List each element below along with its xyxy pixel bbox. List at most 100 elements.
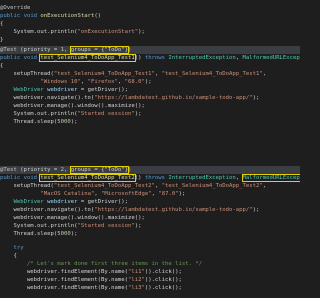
code-token: () — [134, 175, 145, 181]
code-token: WebDriver — [13, 87, 48, 93]
code-token: webdriver.navigate().to( — [0, 95, 95, 101]
code-token: onExecutionStart — [40, 13, 95, 19]
code-token: System.out.println( — [0, 223, 78, 229]
code-token: "Started session" — [77, 223, 135, 229]
code-token: ); — [70, 231, 78, 237]
code-token: public — [0, 175, 24, 181]
highlighted-token: test_Selenium4_ToDoApp_Test2 — [39, 174, 136, 182]
code-token: "https://lambdatest.github.io/sample-tod… — [94, 207, 253, 213]
code-token: void — [23, 13, 41, 19]
code-token: { — [0, 253, 17, 259]
code-token: ) — [128, 47, 132, 53]
code-token: WebDriver — [13, 199, 48, 205]
code-token: MalformedURLException — [242, 55, 300, 61]
code-token: webdriver.manage().window().maximize(); — [0, 103, 145, 109]
code-token: webdriver.navigate().to( — [0, 207, 95, 213]
code-token: webdriver.findElement(By.name( — [0, 277, 128, 283]
code-token: System.out.println( — [0, 111, 78, 117]
code-token: "onExecutionStart" — [77, 29, 139, 35]
code-token: InterruptedException — [168, 175, 236, 181]
code-token: void — [23, 175, 41, 181]
code-token: , — [262, 71, 267, 77]
code-token: @Override — [0, 5, 31, 11]
code-token: , — [235, 175, 243, 181]
code-line[interactable]: webdriver.findElement(By.name("li3")).cl… — [0, 284, 300, 292]
code-token: { — [0, 63, 4, 69]
code-token: , — [80, 79, 88, 85]
highlighted-token: groups = {"ToDo"} — [69, 46, 130, 54]
code-token: () — [94, 13, 102, 19]
code-token: throws — [144, 175, 169, 181]
code-line[interactable]: } — [0, 36, 300, 44]
code-token: (priority = — [20, 167, 61, 173]
code-token: )).click(); — [144, 277, 182, 283]
code-token: "87.0" — [158, 191, 179, 197]
code-token: "Firefox" — [87, 79, 118, 85]
code-token: "https://lambdatest.github.io/sample-tod… — [94, 95, 253, 101]
code-token: public — [0, 55, 24, 61]
code-token: Thread.sleep( — [0, 119, 58, 125]
code-token: ); — [134, 111, 142, 117]
code-token: ); — [178, 191, 186, 197]
code-token: ); — [144, 79, 152, 85]
code-token: Thread.sleep( — [0, 231, 58, 237]
code-token: , — [117, 79, 125, 85]
code-token: webdriver.findElement(By.name( — [0, 285, 128, 291]
code-token: { — [0, 21, 4, 27]
code-token: "68.0" — [124, 79, 145, 85]
code-token: ); — [252, 95, 260, 101]
code-token: public — [0, 13, 24, 19]
highlighted-token: groups = {"ToDo"} — [69, 166, 130, 174]
code-editor[interactable]: @Override public void onExecutionStart(){… — [0, 0, 300, 298]
code-token: try — [13, 245, 24, 251]
code-token: @Test — [0, 47, 21, 53]
code-token: 5000 — [57, 119, 71, 125]
code-token: InterruptedException — [168, 55, 236, 61]
code-token: ); — [70, 119, 78, 125]
code-token: @Test — [0, 167, 21, 173]
code-token: ); — [252, 207, 260, 213]
code-token: throws — [144, 55, 169, 61]
code-token: ) — [128, 167, 132, 173]
code-token: "li3" — [127, 285, 145, 291]
code-token: "MicrosoftEdge" — [101, 191, 152, 197]
code-token: "test_Selenium4_ToDoApp_Test1" — [161, 71, 263, 77]
code-token: webdriver — [47, 199, 78, 205]
code-token: , — [64, 167, 71, 173]
code-token: "Started session" — [77, 111, 135, 117]
code-token: = getDriver(); — [77, 199, 129, 205]
code-token: webdriver.findElement(By.name( — [0, 269, 128, 275]
code-token: } — [0, 37, 4, 43]
code-token: () — [134, 55, 145, 61]
code-line[interactable]: Thread.sleep(5000); — [0, 230, 300, 238]
code-token: , — [235, 55, 243, 61]
code-line[interactable]: Thread.sleep(5000); — [0, 118, 300, 126]
code-token: (priority = — [20, 47, 61, 53]
code-token: ); — [134, 223, 142, 229]
code-token: /* Let's mark done first three items in … — [0, 261, 203, 267]
highlighted-token: test_Selenium4_ToDoApp_Test1 — [39, 54, 136, 62]
code-token: , — [262, 183, 267, 189]
code-token: )).click(); — [144, 269, 182, 275]
code-token: void — [23, 55, 41, 61]
code-token: setupThread( — [0, 183, 54, 189]
code-token: webdriver.manage().window().maximize(); — [0, 215, 145, 221]
code-token: "test_Selenium4_ToDoApp_Test1" — [53, 71, 155, 77]
code-token: , — [154, 183, 162, 189]
code-token: , — [64, 47, 71, 53]
code-token: "test_Selenium4_ToDoApp_Test2" — [53, 183, 155, 189]
code-token: = getDriver(); — [77, 87, 129, 93]
code-token: setupThread( — [0, 71, 54, 77]
code-token: webdriver — [47, 87, 78, 93]
highlighted-token: MalformedURLException — [241, 174, 300, 182]
code-token: "test_Selenium4_ToDoApp_Test2" — [161, 183, 263, 189]
code-token: )).click(); — [144, 285, 182, 291]
code-token: "MacOS Catalina" — [40, 191, 95, 197]
code-token: , — [154, 71, 162, 77]
code-token: "li1" — [127, 269, 145, 275]
code-token: "Windows 10" — [40, 79, 81, 85]
